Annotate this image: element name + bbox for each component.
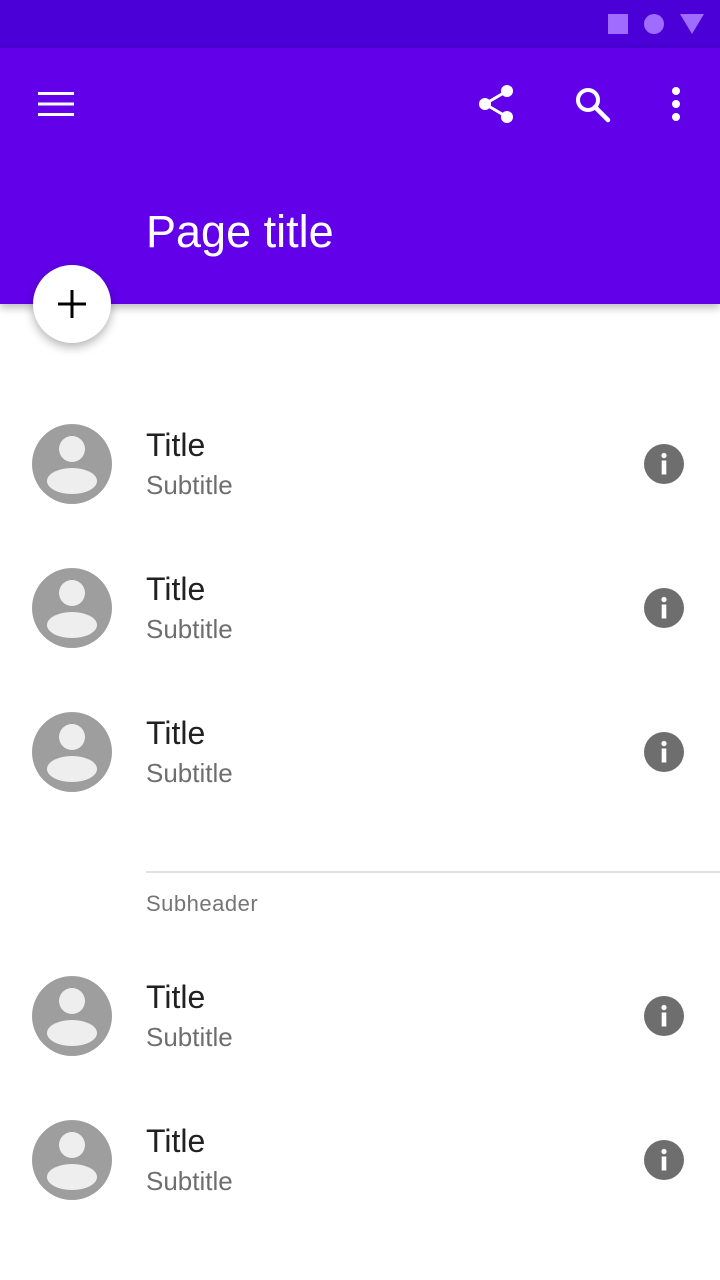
- person-icon-head: [59, 436, 85, 462]
- info-icon: [644, 588, 684, 628]
- person-icon-head: [59, 580, 85, 606]
- status-bar: [0, 0, 720, 48]
- list-item-subtitle: Subtitle: [146, 470, 233, 500]
- list-divider: [146, 871, 720, 873]
- info-button[interactable]: [640, 440, 688, 488]
- info-icon: [644, 996, 684, 1036]
- info-button[interactable]: [640, 584, 688, 632]
- list-item[interactable]: Title Subtitle: [0, 536, 720, 680]
- search-icon: [576, 88, 611, 123]
- status-icons: [592, 13, 704, 35]
- list-item-title: Title: [146, 1123, 206, 1159]
- list-item-subtitle: Subtitle: [146, 614, 233, 644]
- list-item[interactable]: Title Subtitle: [0, 944, 720, 1088]
- person-icon-body: [47, 756, 97, 782]
- share-button[interactable]: [472, 80, 520, 128]
- list-item-title: Title: [146, 427, 206, 463]
- list-item-title: Title: [146, 571, 206, 607]
- list-item-title: Title: [146, 979, 206, 1015]
- list-item-title: Title: [146, 715, 206, 751]
- top-app-bar: Page title: [0, 48, 720, 304]
- list-item[interactable]: Title Subtitle: [0, 392, 720, 536]
- info-button[interactable]: [640, 1136, 688, 1184]
- avatar: [32, 568, 112, 648]
- status-circle-icon: [644, 14, 664, 34]
- more-options-button[interactable]: [652, 80, 700, 128]
- info-icon: [644, 732, 684, 772]
- avatar: [32, 1120, 112, 1200]
- share-icon: [479, 85, 513, 123]
- list-item-subtitle: Subtitle: [146, 1022, 233, 1052]
- more-vert-icon: [672, 87, 680, 121]
- person-icon-body: [47, 612, 97, 638]
- list-item-subtitle: Subtitle: [146, 1166, 233, 1196]
- info-icon: [644, 444, 684, 484]
- add-icon: [58, 290, 86, 318]
- status-square-icon: [608, 14, 628, 34]
- status-triangle-icon: [680, 14, 704, 34]
- avatar: [32, 424, 112, 504]
- person-icon-body: [47, 1020, 97, 1046]
- info-button[interactable]: [640, 992, 688, 1040]
- person-icon-body: [47, 468, 97, 494]
- avatar: [32, 976, 112, 1056]
- avatar: [32, 712, 112, 792]
- list-item[interactable]: Title Subtitle: [0, 680, 720, 824]
- list-item-subtitle: Subtitle: [146, 758, 233, 788]
- search-button[interactable]: [568, 80, 616, 128]
- person-icon-head: [59, 724, 85, 750]
- add-fab-button[interactable]: [33, 265, 111, 343]
- menu-button[interactable]: [32, 80, 80, 128]
- person-icon-head: [59, 988, 85, 1014]
- person-icon-head: [59, 1132, 85, 1158]
- list-subheader: Subheader: [146, 891, 259, 916]
- info-button[interactable]: [640, 728, 688, 776]
- person-icon-body: [47, 1164, 97, 1190]
- info-icon: [644, 1140, 684, 1180]
- menu-icon: [38, 92, 74, 116]
- list-item[interactable]: Title Subtitle: [0, 1088, 720, 1232]
- page-title: Page title: [146, 206, 334, 257]
